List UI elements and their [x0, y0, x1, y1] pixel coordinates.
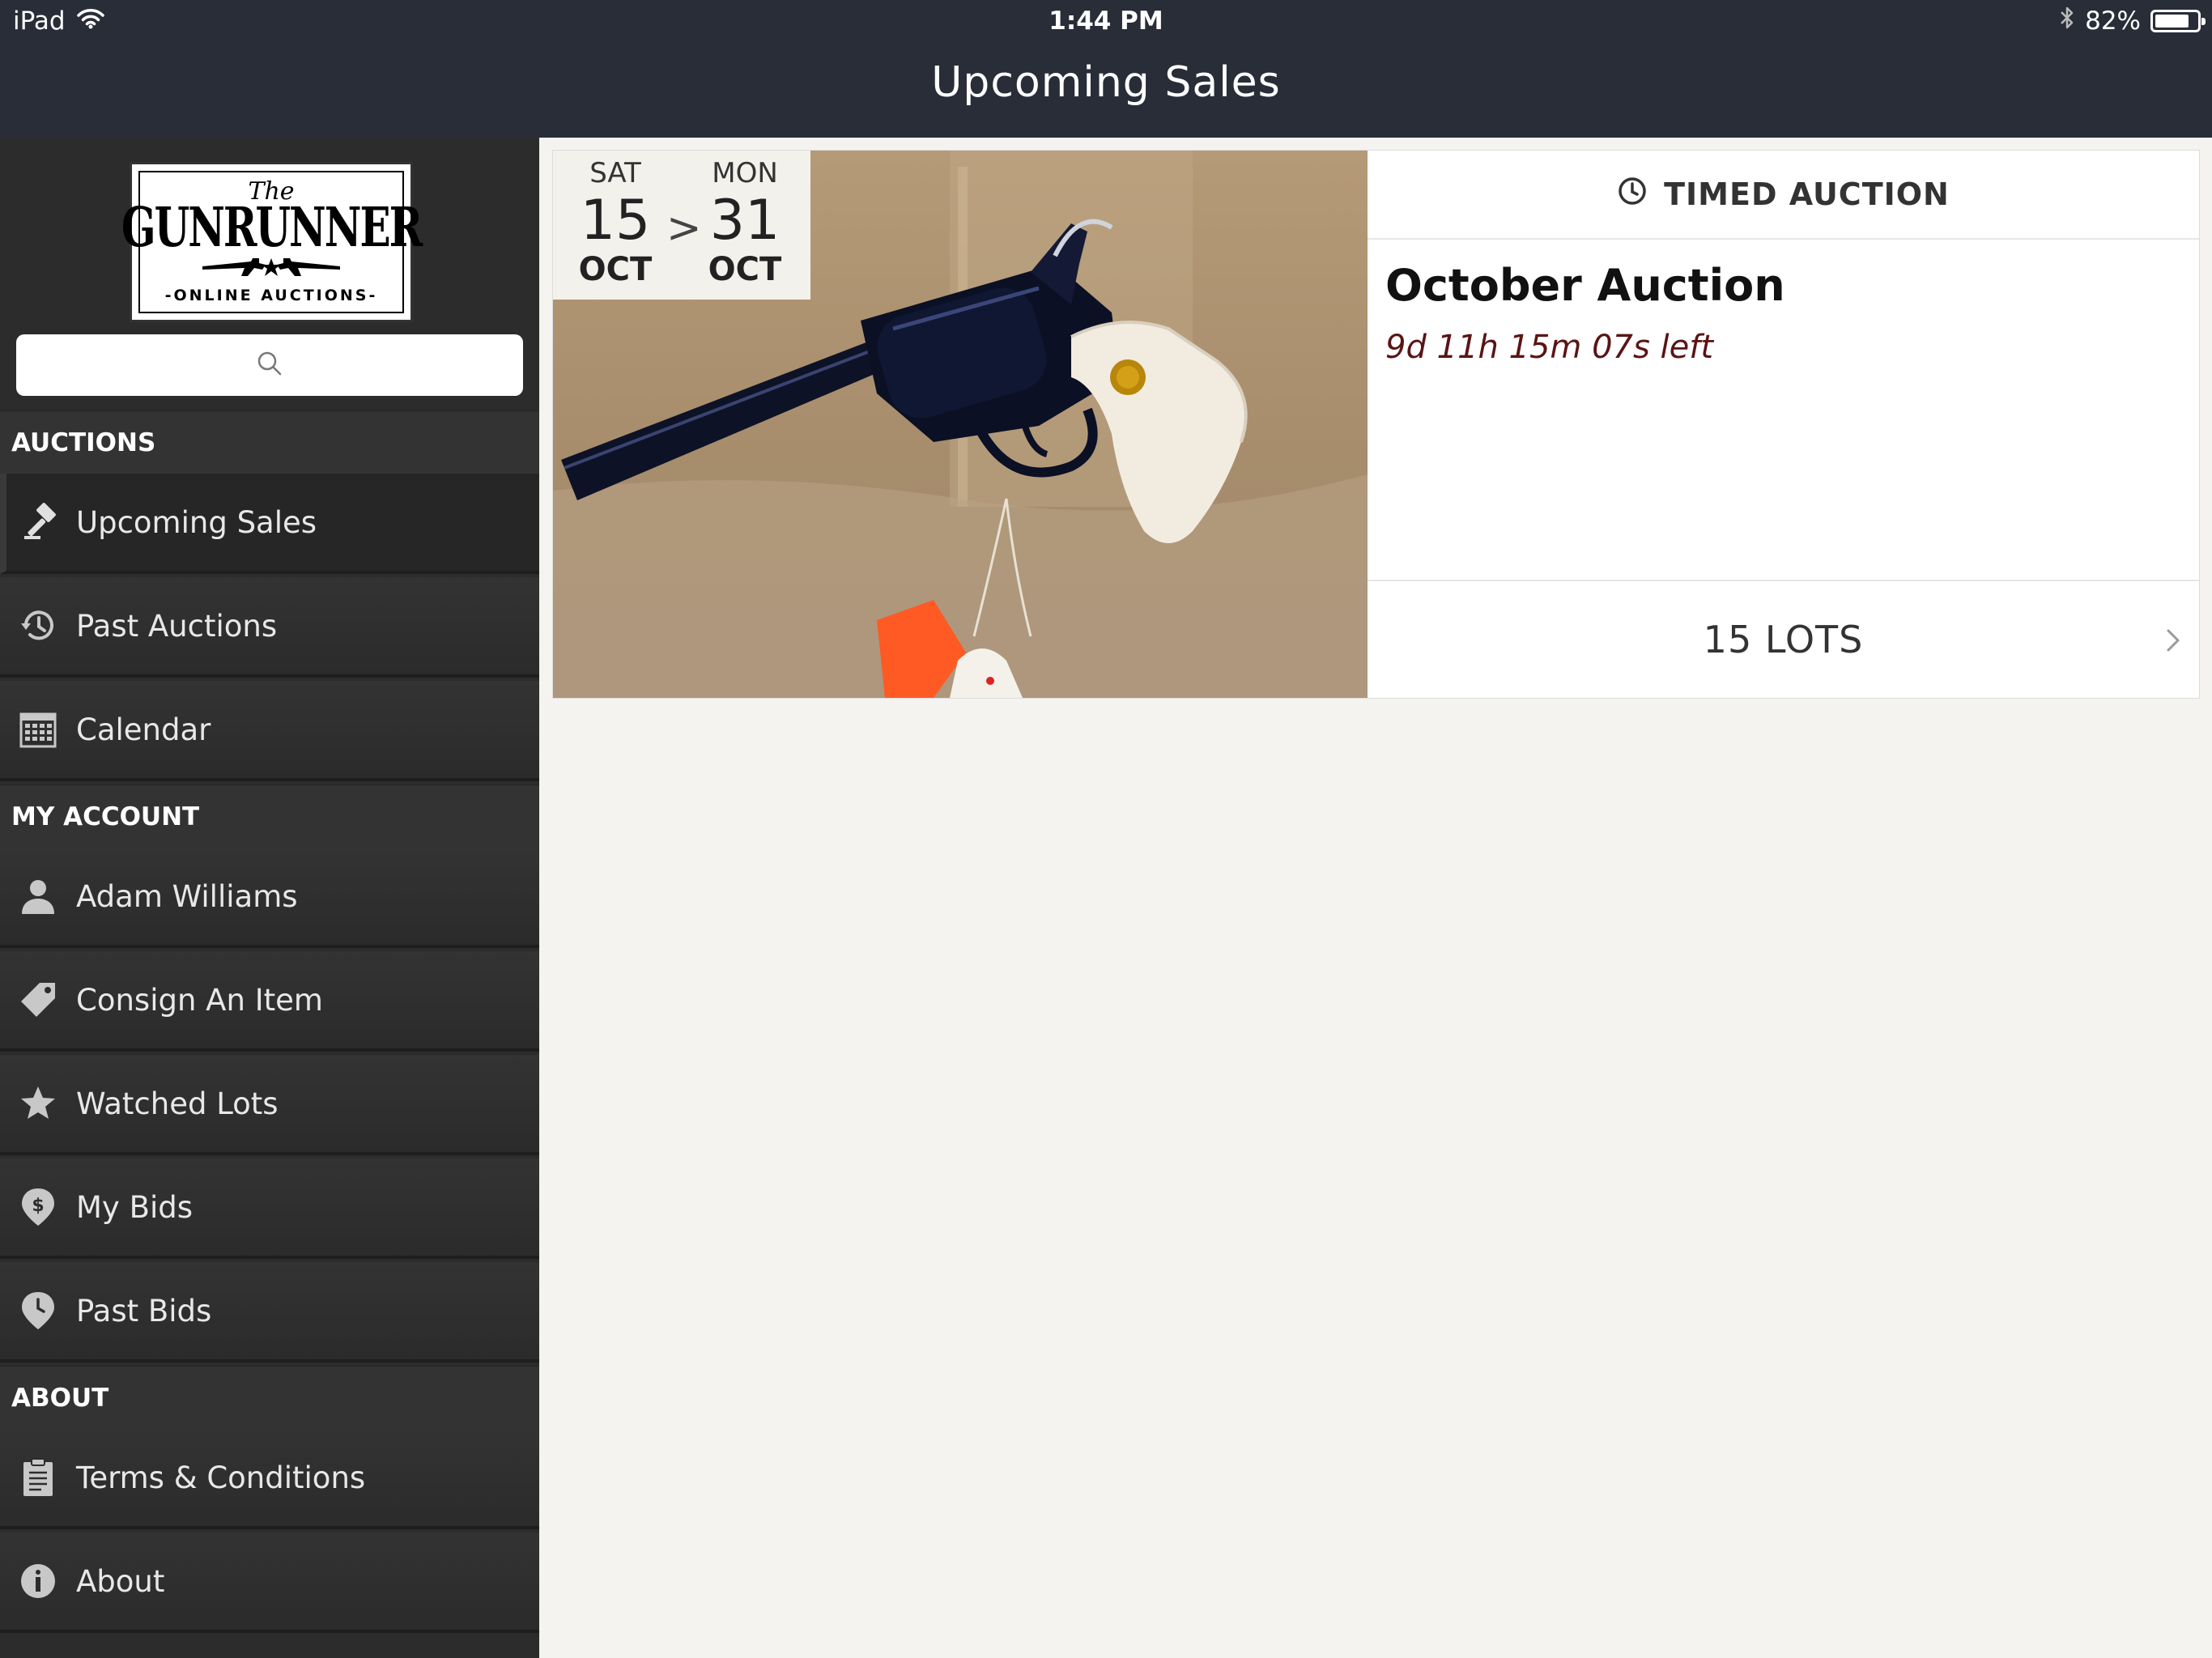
- end-date: MON 31 OCT: [692, 155, 798, 288]
- battery-percent: 82%: [2085, 6, 2141, 36]
- bluetooth-icon: [2059, 5, 2075, 37]
- sidebar-item-upcoming-sales[interactable]: Upcoming Sales: [0, 474, 539, 574]
- status-right: 82%: [2059, 5, 2206, 37]
- section-auctions: AUCTIONS: [0, 410, 539, 474]
- calendar-icon: [0, 710, 76, 749]
- clock-icon: [1617, 176, 1648, 214]
- date-range-badge: SAT 15 OCT > MON 31 OCT: [553, 151, 810, 300]
- info-icon: [0, 1562, 76, 1601]
- start-month: OCT: [578, 251, 653, 288]
- sidebar-item-terms[interactable]: Terms & Conditions: [0, 1429, 539, 1529]
- battery-icon: [2150, 10, 2206, 32]
- auction-type: TIMED AUCTION: [1368, 151, 2199, 240]
- sidebar-item-label: Watched Lots: [76, 1086, 279, 1121]
- top-bar: iPad 1:44 PM 82% Upcoming Sales: [0, 0, 2212, 138]
- sidebar-item-label: Past Bids: [76, 1293, 212, 1329]
- start-date: SAT 15 OCT: [563, 155, 668, 288]
- lots-count: 15 LOTS: [1703, 618, 1864, 661]
- auction-info: TIMED AUCTION October Auction 9d 11h 15m…: [1368, 151, 2199, 698]
- sidebar-item-label: About: [76, 1563, 165, 1599]
- auction-name[interactable]: October Auction: [1385, 260, 1785, 311]
- sidebar-item-label: Adam Williams: [76, 878, 298, 914]
- search-input[interactable]: [16, 334, 523, 396]
- lots-link[interactable]: 15 LOTS: [1368, 580, 2199, 698]
- clipboard-icon: [0, 1457, 76, 1498]
- crossed-pistols-icon: [194, 255, 348, 286]
- gavel-icon: [6, 502, 76, 542]
- search-icon: [255, 349, 284, 381]
- sidebar-item-calendar[interactable]: Calendar: [0, 681, 539, 781]
- start-dow: SAT: [589, 157, 641, 189]
- chevron-right-icon: [2163, 622, 2183, 665]
- auction-time-left: 9d 11h 15m 07s left: [1385, 329, 1714, 366]
- dollar-pin-icon: $: [0, 1187, 76, 1227]
- history-icon: [0, 606, 76, 646]
- svg-text:$: $: [32, 1196, 44, 1216]
- page-title: Upcoming Sales: [931, 58, 1281, 107]
- battery-fill: [2155, 15, 2189, 28]
- start-day: 15: [580, 189, 651, 253]
- sidebar-item-watched-lots[interactable]: Watched Lots: [0, 1055, 539, 1155]
- sidebar-item-about[interactable]: About: [0, 1533, 539, 1633]
- sidebar-item-past-auctions[interactable]: Past Auctions: [0, 577, 539, 678]
- user-icon: [0, 877, 76, 916]
- gunrunner-logo: The GUNRUNNER -ONLINE AUCTIONS-: [121, 162, 423, 322]
- sidebar-item-label: Calendar: [76, 712, 211, 747]
- sidebar-item-past-bids[interactable]: Past Bids: [0, 1262, 539, 1363]
- tag-icon: [0, 980, 76, 1019]
- section-my-account: MY ACCOUNT: [0, 784, 539, 848]
- end-day: 31: [709, 189, 781, 253]
- logo-frame: The GUNRUNNER -ONLINE AUCTIONS-: [121, 171, 423, 313]
- logo-name: GUNRUNNER: [121, 194, 423, 260]
- star-icon: [0, 1084, 76, 1123]
- sidebar-item-label: Upcoming Sales: [76, 504, 317, 540]
- sidebar-item-consign[interactable]: Consign An Item: [0, 951, 539, 1052]
- section-about: ABOUT: [0, 1366, 539, 1429]
- revolver-photo: SAT 15 OCT > MON 31 OCT: [553, 151, 1368, 698]
- sidebar-item-label: Consign An Item: [76, 982, 323, 1018]
- clock-pin-icon: [0, 1290, 76, 1331]
- status-time: 1:44 PM: [1049, 6, 1163, 36]
- sidebar-item-label: Terms & Conditions: [76, 1460, 366, 1495]
- sidebar-item-my-bids[interactable]: $ My Bids: [0, 1158, 539, 1259]
- sidebar-item-label: My Bids: [76, 1189, 194, 1225]
- sidebar-item-label: Past Auctions: [76, 608, 278, 644]
- end-dow: MON: [712, 157, 778, 189]
- sidebar-item-account-user[interactable]: Adam Williams: [0, 848, 539, 948]
- logo-subtitle: -ONLINE AUCTIONS-: [164, 287, 378, 304]
- auction-card[interactable]: SAT 15 OCT > MON 31 OCT TIMED AUCTION Oc…: [552, 150, 2200, 699]
- auction-type-label: TIMED AUCTION: [1664, 176, 1950, 212]
- sidebar: The GUNRUNNER -ONLINE AUCTIONS- AUCTIONS: [0, 138, 539, 1658]
- end-month: OCT: [708, 251, 782, 288]
